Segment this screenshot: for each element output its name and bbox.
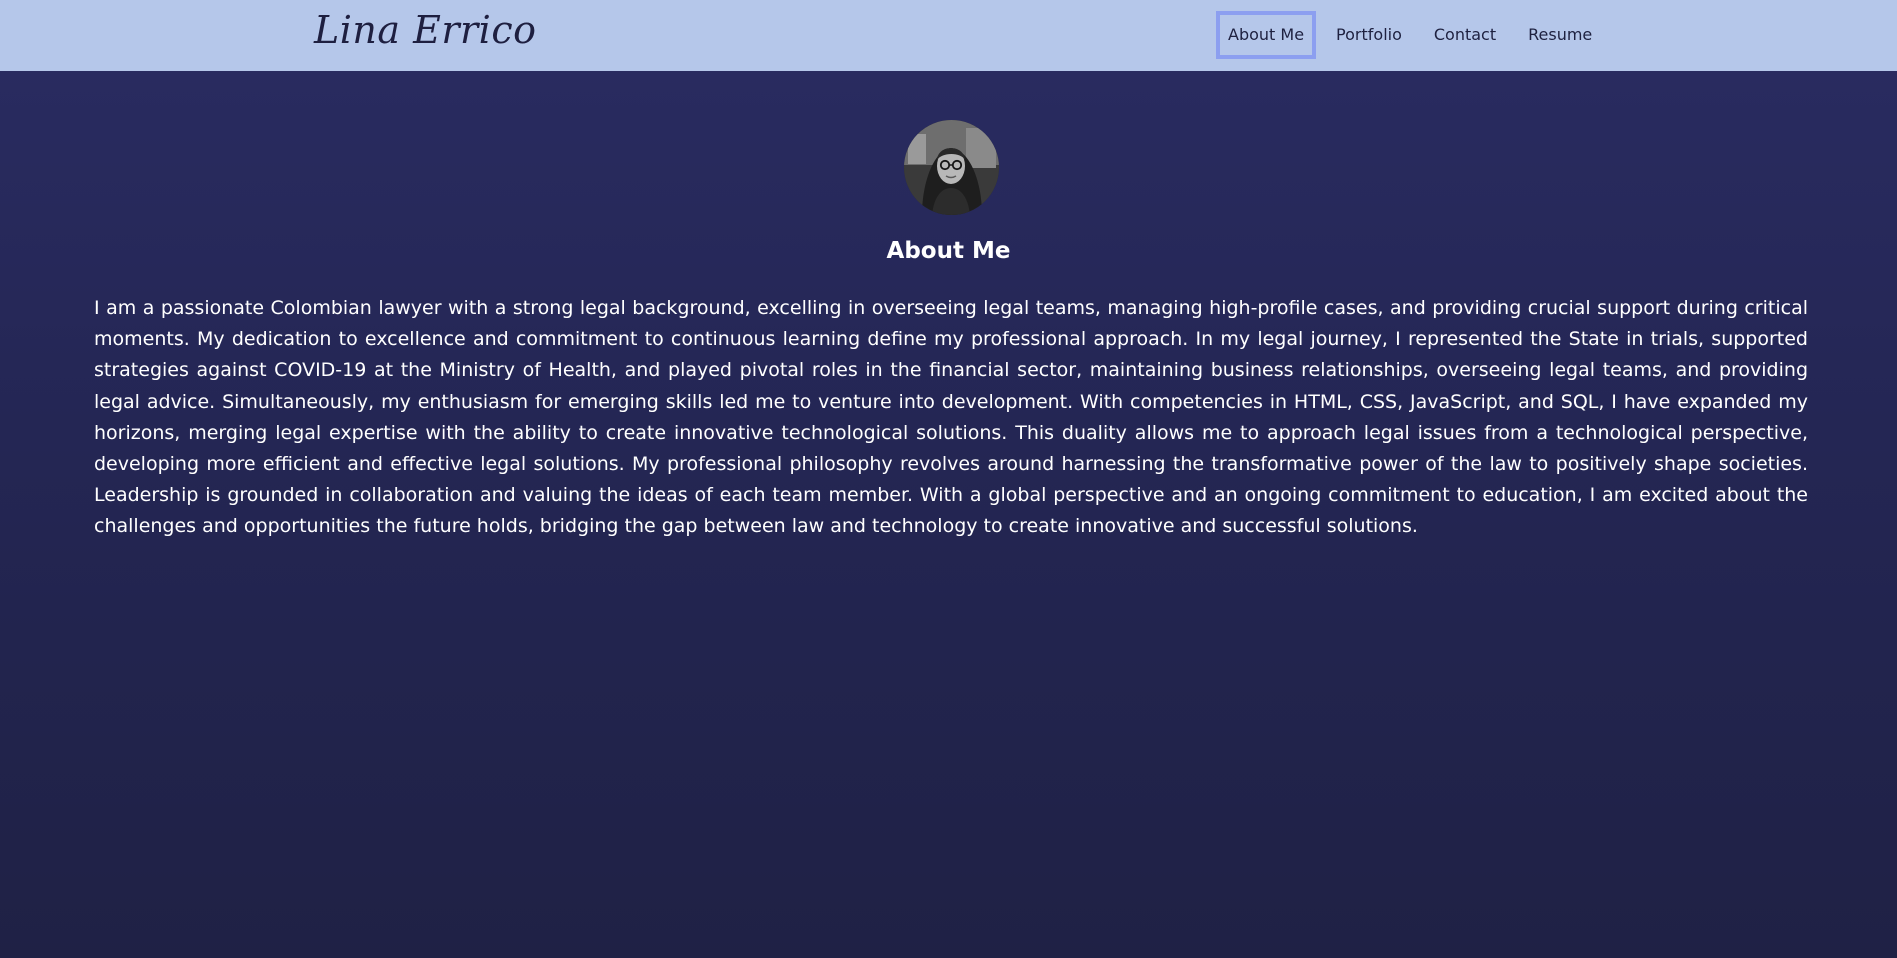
- about-title: About Me: [886, 238, 1011, 264]
- main-nav: About Me Portfolio Contact Resume: [1216, 11, 1612, 59]
- about-paragraph: I am a passionate Colombian lawyer with …: [94, 297, 1808, 538]
- brand-logo[interactable]: Lina Errico: [314, 6, 536, 54]
- nav-link-about-me[interactable]: About Me: [1216, 11, 1317, 59]
- profile-avatar: [904, 120, 999, 215]
- nav-link-portfolio[interactable]: Portfolio: [1324, 11, 1414, 59]
- nav-link-contact[interactable]: Contact: [1422, 11, 1508, 59]
- nav-link-resume[interactable]: Resume: [1516, 11, 1604, 59]
- profile-photo-image: [904, 120, 999, 215]
- top-navbar: Lina Errico About Me Portfolio Contact R…: [0, 0, 1897, 71]
